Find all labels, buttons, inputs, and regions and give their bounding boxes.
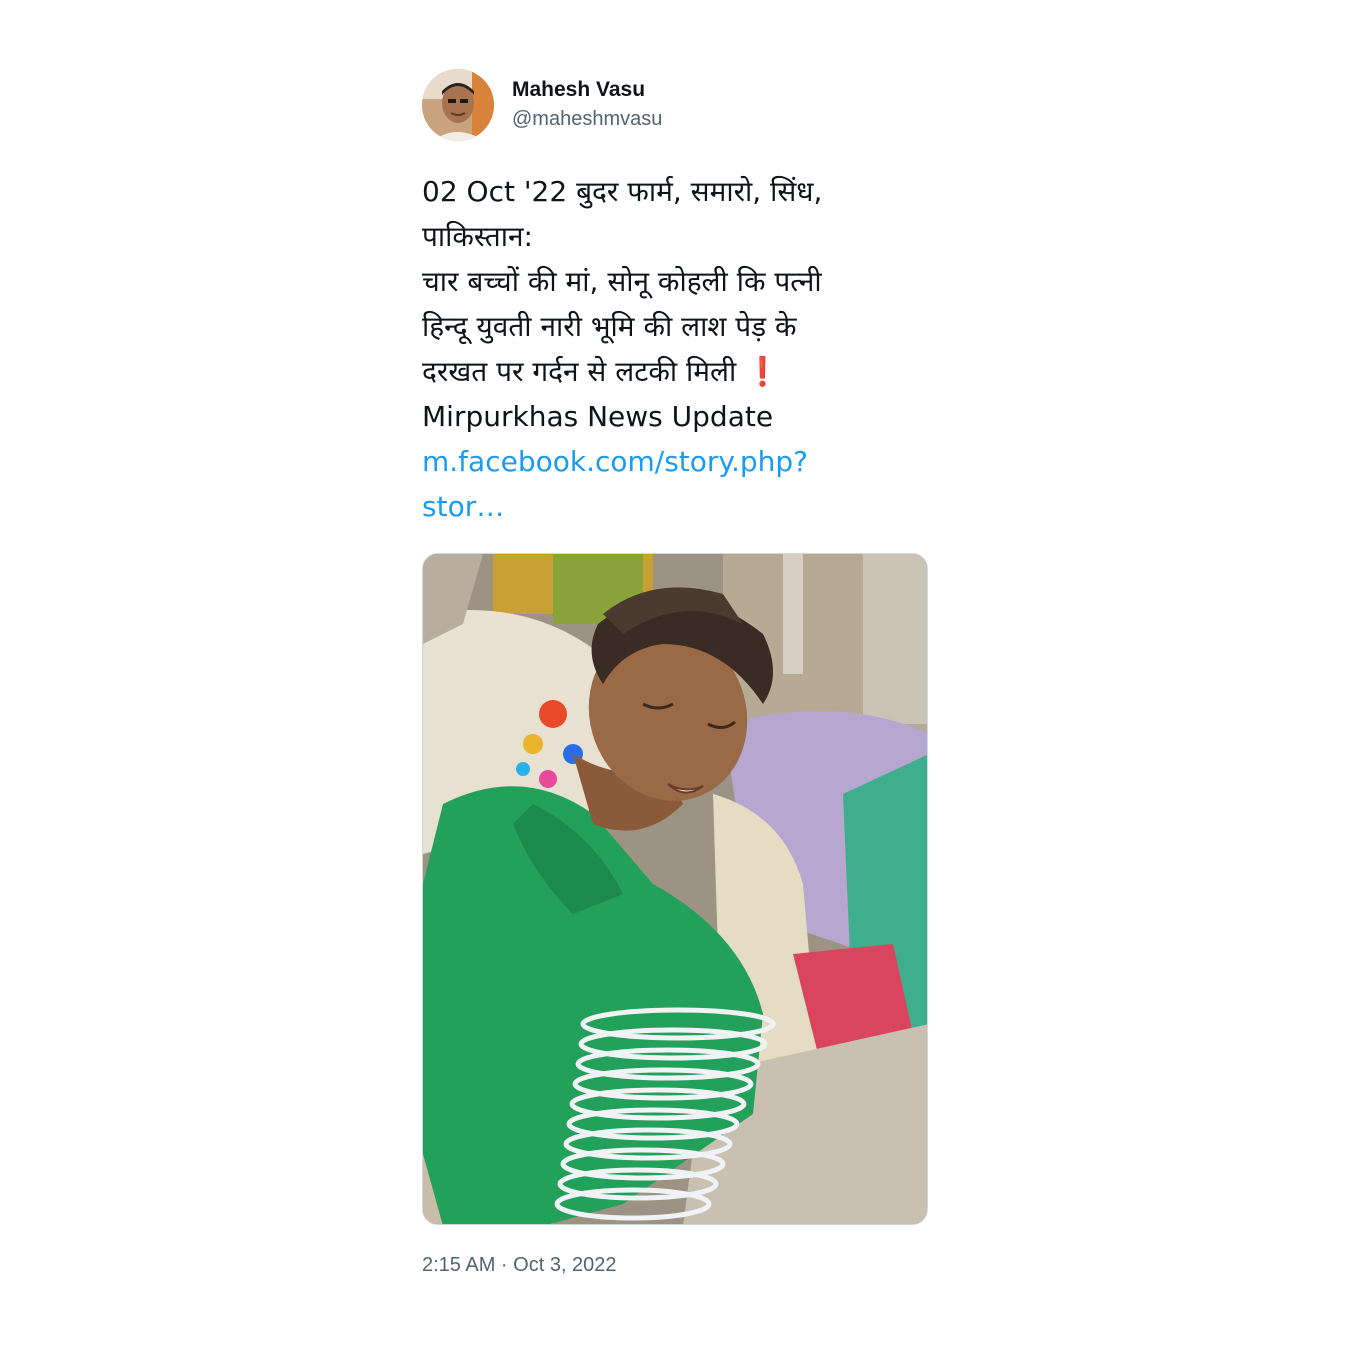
- tweet-text-line: 02 Oct '22 बुदर फार्म, समारो, सिंध,: [422, 175, 823, 208]
- photo-image: [423, 554, 927, 1224]
- tweet-card: Mahesh Vasu @maheshmvasu 02 Oct '22 बुदर…: [422, 68, 928, 1276]
- avatar[interactable]: [422, 69, 494, 141]
- author-names: Mahesh Vasu @maheshmvasu: [512, 76, 662, 134]
- tweet-link[interactable]: m.facebook.com/story.php?: [422, 439, 928, 484]
- tweet-text-line: दरखत पर गर्दन से लटकी मिली: [422, 355, 737, 388]
- exclamation-emoji-icon: ❗: [745, 355, 781, 388]
- tweet-text: 02 Oct '22 बुदर फार्म, समारो, सिंध, पाकि…: [422, 169, 928, 529]
- author-handle[interactable]: @maheshmvasu: [512, 104, 662, 134]
- tweet-text-line: हिन्दू युवती नारी भूमि की लाश पेड़ के: [422, 310, 797, 343]
- tweet-header: Mahesh Vasu @maheshmvasu: [422, 68, 928, 142]
- tweet-text-line: पाकिस्तान:: [422, 220, 533, 253]
- tweet-text-line-with-emoji: दरखत पर गर्दन से लटकी मिली ❗: [422, 349, 928, 394]
- tweet-text-line: Mirpurkhas News Update: [422, 400, 774, 433]
- tweet-media-photo[interactable]: [422, 553, 928, 1225]
- author-display-name[interactable]: Mahesh Vasu: [512, 76, 662, 104]
- avatar-photo-icon: [422, 69, 494, 141]
- tweet-link-continued[interactable]: stor…: [422, 484, 928, 529]
- tweet-timestamp[interactable]: 2:15 AM · Oct 3, 2022: [422, 1251, 617, 1279]
- tweet-text-line: चार बच्चों की मां, सोनू कोहली कि पत्नी: [422, 265, 822, 298]
